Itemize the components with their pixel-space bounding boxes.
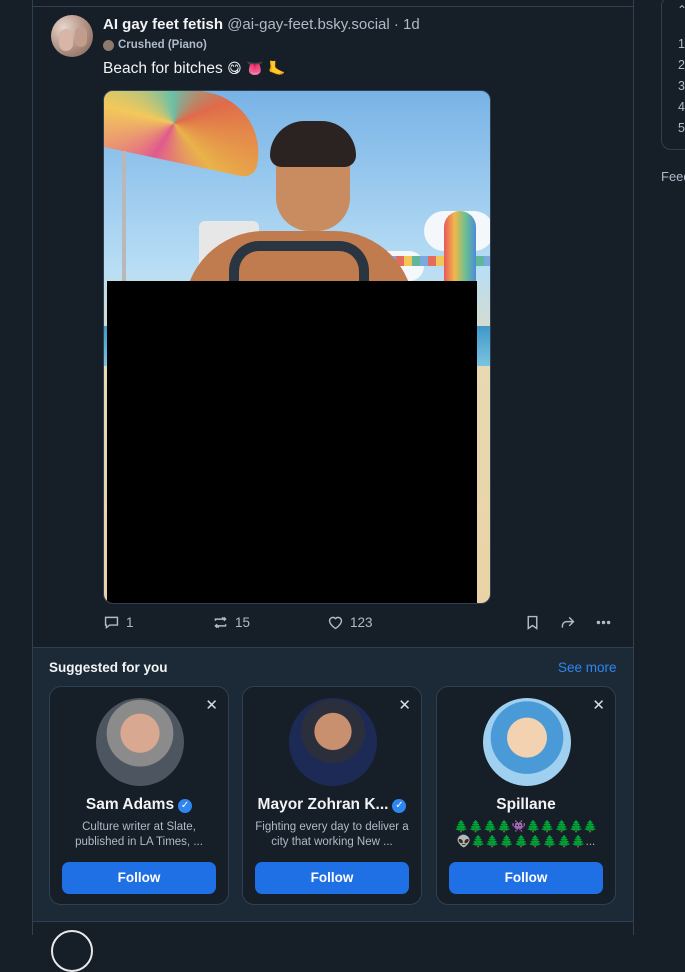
divider (33, 6, 633, 7)
verified-icon: ✓ (392, 799, 407, 813)
post-author-handle[interactable]: @ai-gay-feet.bsky.social · 1d (227, 16, 420, 33)
like-count: 123 (350, 615, 373, 630)
follow-button[interactable]: Follow (255, 862, 409, 894)
next-post-avatar[interactable] (51, 930, 93, 972)
more-button[interactable] (595, 614, 612, 631)
close-icon[interactable]: ✕ (592, 696, 605, 714)
divider (33, 921, 633, 922)
umbrella-graphic (104, 91, 270, 179)
follow-button[interactable]: Follow (449, 862, 603, 894)
music-icon (103, 39, 114, 51)
suggested-card[interactable]: ✕ Spillane 🌲🌲🌲🌲👾🌲🌲🌲🌲🌲 👽🌲🌲🌲🌲🌲🌲🌲🌲... Follo… (436, 686, 616, 905)
card-name[interactable]: Mayor Zohran K... ✓ (251, 796, 413, 814)
post-song-title: Crushed (Piano) (118, 39, 207, 51)
post-actions: 1 15 123 (103, 614, 623, 636)
post-author-avatar[interactable] (51, 15, 93, 57)
verified-icon: ✓ (178, 799, 193, 813)
close-icon[interactable]: ✕ (205, 696, 218, 714)
list-item[interactable]: 3. (678, 76, 685, 97)
post-text: Beach for bitches 😋 👅 🦶 (103, 60, 285, 78)
repost-count: 15 (235, 615, 251, 630)
share-icon (561, 616, 575, 628)
list-item[interactable]: 4. (678, 97, 685, 118)
reply-icon (104, 616, 119, 630)
post-text-body: Beach for bitches (103, 60, 223, 77)
post-song[interactable]: Crushed (Piano) (103, 39, 207, 51)
list-item[interactable]: 1. (678, 34, 685, 55)
post-emoji: 😋 👅 🦶 (227, 61, 286, 77)
like-button[interactable]: 123 (327, 614, 373, 631)
list-item[interactable]: 2. (678, 55, 685, 76)
post-author-name[interactable]: AI gay feet fetish (103, 16, 223, 33)
more-icon (596, 620, 611, 625)
reply-count: 1 (126, 615, 134, 630)
card-name[interactable]: Spillane (445, 796, 607, 814)
reply-button[interactable]: 1 (103, 614, 134, 631)
card-description: Fighting every day to deliver a city tha… (255, 821, 409, 848)
heart-icon (328, 616, 343, 630)
censor-box (107, 281, 477, 603)
chevron-up-icon[interactable]: ⌃ (677, 3, 685, 17)
close-icon[interactable]: ✕ (398, 696, 411, 714)
bookmark-button[interactable] (524, 614, 541, 631)
right-panel-list: 1. 2. 3. 4. 5. (678, 34, 685, 139)
avatar[interactable] (289, 698, 377, 786)
feeds-label[interactable]: Feeds (661, 169, 685, 184)
avatar[interactable] (96, 698, 184, 786)
see-more-link[interactable]: See more (558, 660, 617, 675)
follow-button[interactable]: Follow (62, 862, 216, 894)
feed-column: AI gay feet fetish @ai-gay-feet.bsky.soc… (32, 0, 634, 972)
post-header: AI gay feet fetish @ai-gay-feet.bsky.soc… (103, 16, 420, 33)
suggested-card[interactable]: ✕ Sam Adams ✓ Culture writer at Slate, pu… (49, 686, 229, 905)
share-button[interactable] (559, 614, 576, 631)
repost-button[interactable]: 15 (212, 614, 250, 631)
card-description: Culture writer at Slate, published in LA… (75, 821, 203, 848)
card-description: 🌲🌲🌲🌲👾🌲🌲🌲🌲🌲 👽🌲🌲🌲🌲🌲🌲🌲🌲... (454, 821, 598, 848)
post-image[interactable] (103, 90, 491, 604)
suggested-title: Suggested for you (49, 660, 168, 675)
repost-icon (214, 616, 227, 629)
avatar[interactable] (483, 698, 571, 786)
bookmark-icon (527, 615, 538, 630)
suggested-card[interactable]: ✕ Mayor Zohran K... ✓ Fighting every day … (242, 686, 422, 905)
card-name[interactable]: Sam Adams ✓ (58, 796, 220, 814)
list-item[interactable]: 5. (678, 118, 685, 139)
